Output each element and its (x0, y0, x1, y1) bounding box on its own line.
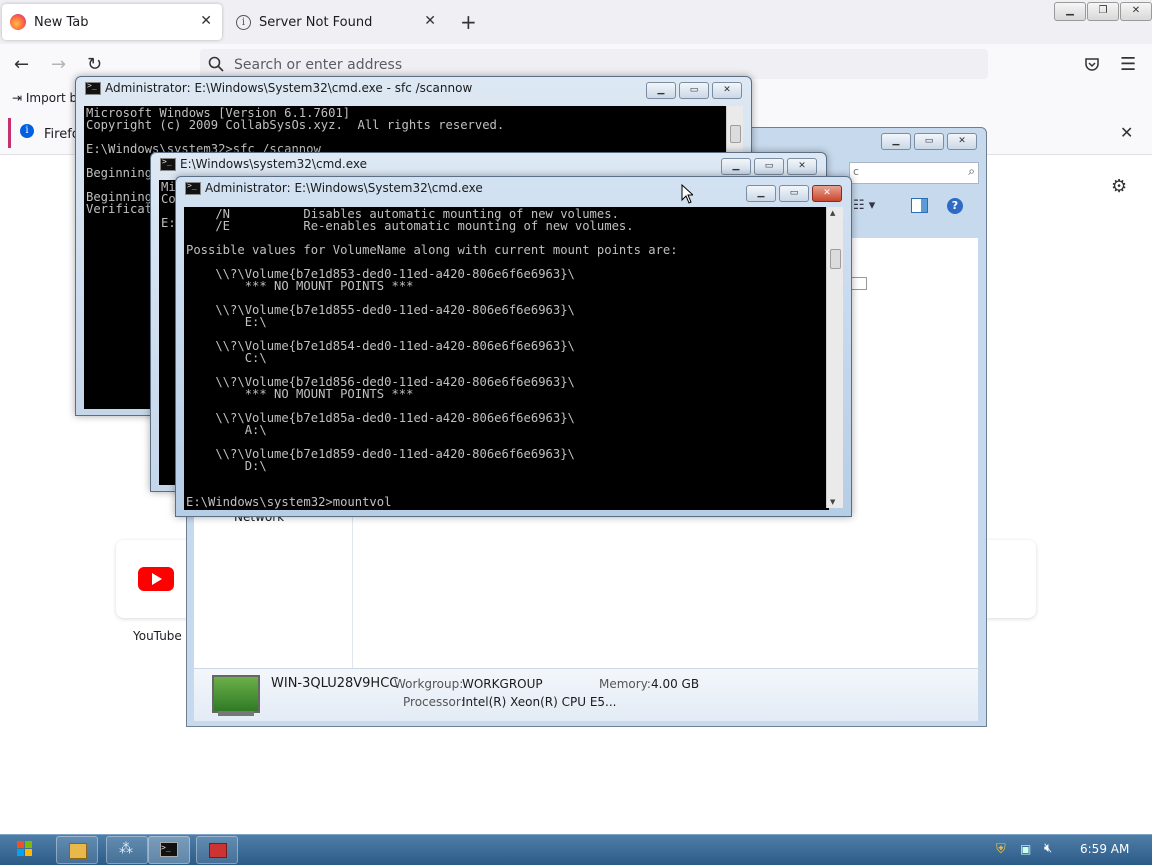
import-bookmarks-link[interactable]: ⇥ Import b (12, 91, 77, 105)
taskbar-app-button[interactable] (196, 836, 238, 864)
start-button[interactable] (4, 835, 44, 863)
reload-icon[interactable]: ↻ (87, 54, 102, 75)
tab-new-tab[interactable]: New Tab ✕ (2, 4, 222, 40)
import-bookmarks-label: Import b (25, 91, 78, 105)
maximize-icon[interactable]: ▭ (754, 158, 784, 175)
processor-label: Processor: (403, 695, 465, 709)
checkbox-partial[interactable] (851, 277, 867, 290)
workgroup-label: Workgroup: (394, 677, 464, 691)
shortcut-tile[interactable] (985, 540, 1036, 618)
console-line: \\?\Volume{b7e1d85a-ded0-11ed-a420-806e6… (186, 411, 575, 425)
taskbar-cmd-button[interactable]: >_ (148, 836, 190, 864)
address-bar[interactable]: Search or enter address (200, 49, 988, 79)
maximize-icon[interactable]: ▭ (914, 133, 944, 150)
minimize-icon[interactable]: ▁ (1054, 2, 1086, 21)
memory-value: 4.00 GB (651, 677, 700, 691)
close-window-icon[interactable]: ✕ (787, 158, 817, 175)
network-tray-icon[interactable]: ▣ (1020, 842, 1031, 856)
workgroup-value: WORKGROUP (462, 677, 543, 691)
import-icon: ⇥ (12, 91, 23, 105)
computer-icon (212, 675, 260, 713)
scroll-down-icon[interactable]: ▼ (830, 498, 835, 506)
console-line: Copyright (c) 2009 CollabSysOs.xyz. All … (86, 118, 505, 132)
forward-arrow-icon[interactable]: → (51, 54, 66, 75)
console-line: D:\ (186, 459, 267, 473)
memory-label: Memory: (599, 677, 651, 691)
firefox-icon (10, 14, 26, 30)
close-window-icon[interactable]: ✕ (812, 185, 842, 202)
console-line: *** NO MOUNT POINTS *** (186, 279, 414, 293)
close-window-icon[interactable]: ✕ (1120, 2, 1152, 21)
back-arrow-icon[interactable]: ← (14, 54, 29, 75)
close-tab-icon[interactable]: ✕ (200, 13, 212, 29)
console-line: A:\ (186, 423, 267, 437)
maximize-icon[interactable]: ▭ (679, 82, 709, 99)
console-line: \\?\Volume{b7e1d859-ded0-11ed-a420-806e6… (186, 447, 575, 461)
vertical-scrollbar[interactable]: ▲ ▼ (826, 207, 843, 508)
windows-logo-icon (17, 841, 32, 856)
security-shield-icon[interactable]: ⛨ (996, 842, 1006, 857)
cmd-icon (160, 157, 176, 171)
console-line: E:\ (186, 315, 267, 329)
tab-label: Server Not Found (259, 14, 373, 30)
console-line: /E Re-enables automatic mounting of new … (186, 219, 634, 233)
address-placeholder: Search or enter address (234, 57, 403, 73)
window-title: E:\Windows\system32\cmd.exe (180, 157, 367, 171)
minimize-icon[interactable]: ▁ (646, 82, 676, 99)
shortcut-tile-youtube[interactable] (116, 540, 196, 618)
window-title: Administrator: E:\Windows\System32\cmd.e… (205, 181, 483, 195)
toolbox-icon (209, 843, 227, 858)
search-icon (208, 56, 224, 72)
tab-server-not-found[interactable]: i Server Not Found ✕ (228, 4, 446, 40)
window-title: Administrator: E:\Windows\System32\cmd.e… (105, 81, 473, 95)
search-placeholder: c (853, 165, 860, 178)
processor-value: Intel(R) Xeon(R) CPU E5... (462, 695, 617, 709)
close-tab-icon[interactable]: ✕ (424, 13, 436, 29)
console-line: E:\Windows\system32>mountvol (186, 495, 392, 509)
console-line: Possible values for VolumeName along wit… (186, 243, 678, 257)
network-icon: ⁂ (119, 841, 133, 857)
console-output[interactable]: /N Disables automatic mounting of new vo… (184, 207, 829, 510)
preview-pane-icon[interactable] (911, 198, 928, 213)
cmd-window-mountvol[interactable]: Administrator: E:\Windows\System32\cmd.e… (175, 176, 852, 517)
scroll-up-icon[interactable]: ▲ (830, 209, 835, 217)
maximize-icon[interactable]: ▭ (779, 185, 809, 202)
minimize-icon[interactable]: ▁ (746, 185, 776, 202)
help-icon[interactable]: ? (947, 198, 963, 214)
cmd-icon (85, 81, 101, 95)
restore-icon[interactable]: ❐ (1087, 2, 1119, 21)
volume-muted-icon[interactable]: 🔇︎ (1044, 841, 1052, 856)
folder-icon (69, 843, 87, 859)
close-notification-icon[interactable]: ✕ (1120, 123, 1133, 142)
gear-icon[interactable]: ⚙ (1111, 176, 1127, 197)
console-line: \\?\Volume{b7e1d855-ded0-11ed-a420-806e6… (186, 303, 575, 317)
shortcut-label: YouTube (133, 629, 182, 643)
new-tab-plus-icon[interactable]: + (460, 10, 477, 34)
mouse-cursor-icon (681, 184, 693, 204)
console-line: C:\ (186, 351, 267, 365)
close-window-icon[interactable]: ✕ (947, 133, 977, 150)
clock[interactable]: 6:59 AM (1080, 842, 1129, 856)
minimize-icon[interactable]: ▁ (881, 133, 911, 150)
console-line: \\?\Volume{b7e1d854-ded0-11ed-a420-806e6… (186, 339, 575, 353)
pocket-icon[interactable] (1084, 56, 1100, 72)
taskbar-network-button[interactable]: ⁂ (106, 836, 148, 864)
minimize-icon[interactable]: ▁ (721, 158, 751, 175)
cmd-icon (185, 181, 201, 195)
info-icon: i (20, 124, 34, 138)
taskbar-explorer-button[interactable] (56, 836, 98, 864)
view-options-icon[interactable]: ☷ ▾ (853, 198, 875, 213)
close-window-icon[interactable]: ✕ (712, 82, 742, 99)
search-input[interactable]: c ⌕ (849, 162, 979, 184)
tab-label: New Tab (34, 14, 89, 30)
computer-name: WIN-3QLU28V9HCC (271, 676, 399, 691)
menu-hamburger-icon[interactable]: ☰ (1120, 54, 1136, 75)
search-icon: ⌕ (968, 164, 975, 178)
info-icon: i (236, 14, 251, 30)
details-pane: WIN-3QLU28V9HCC Workgroup: WORKGROUP Mem… (194, 668, 978, 721)
console-line: *** NO MOUNT POINTS *** (186, 387, 414, 401)
cmd-icon: >_ (160, 842, 178, 857)
youtube-icon (138, 567, 174, 591)
